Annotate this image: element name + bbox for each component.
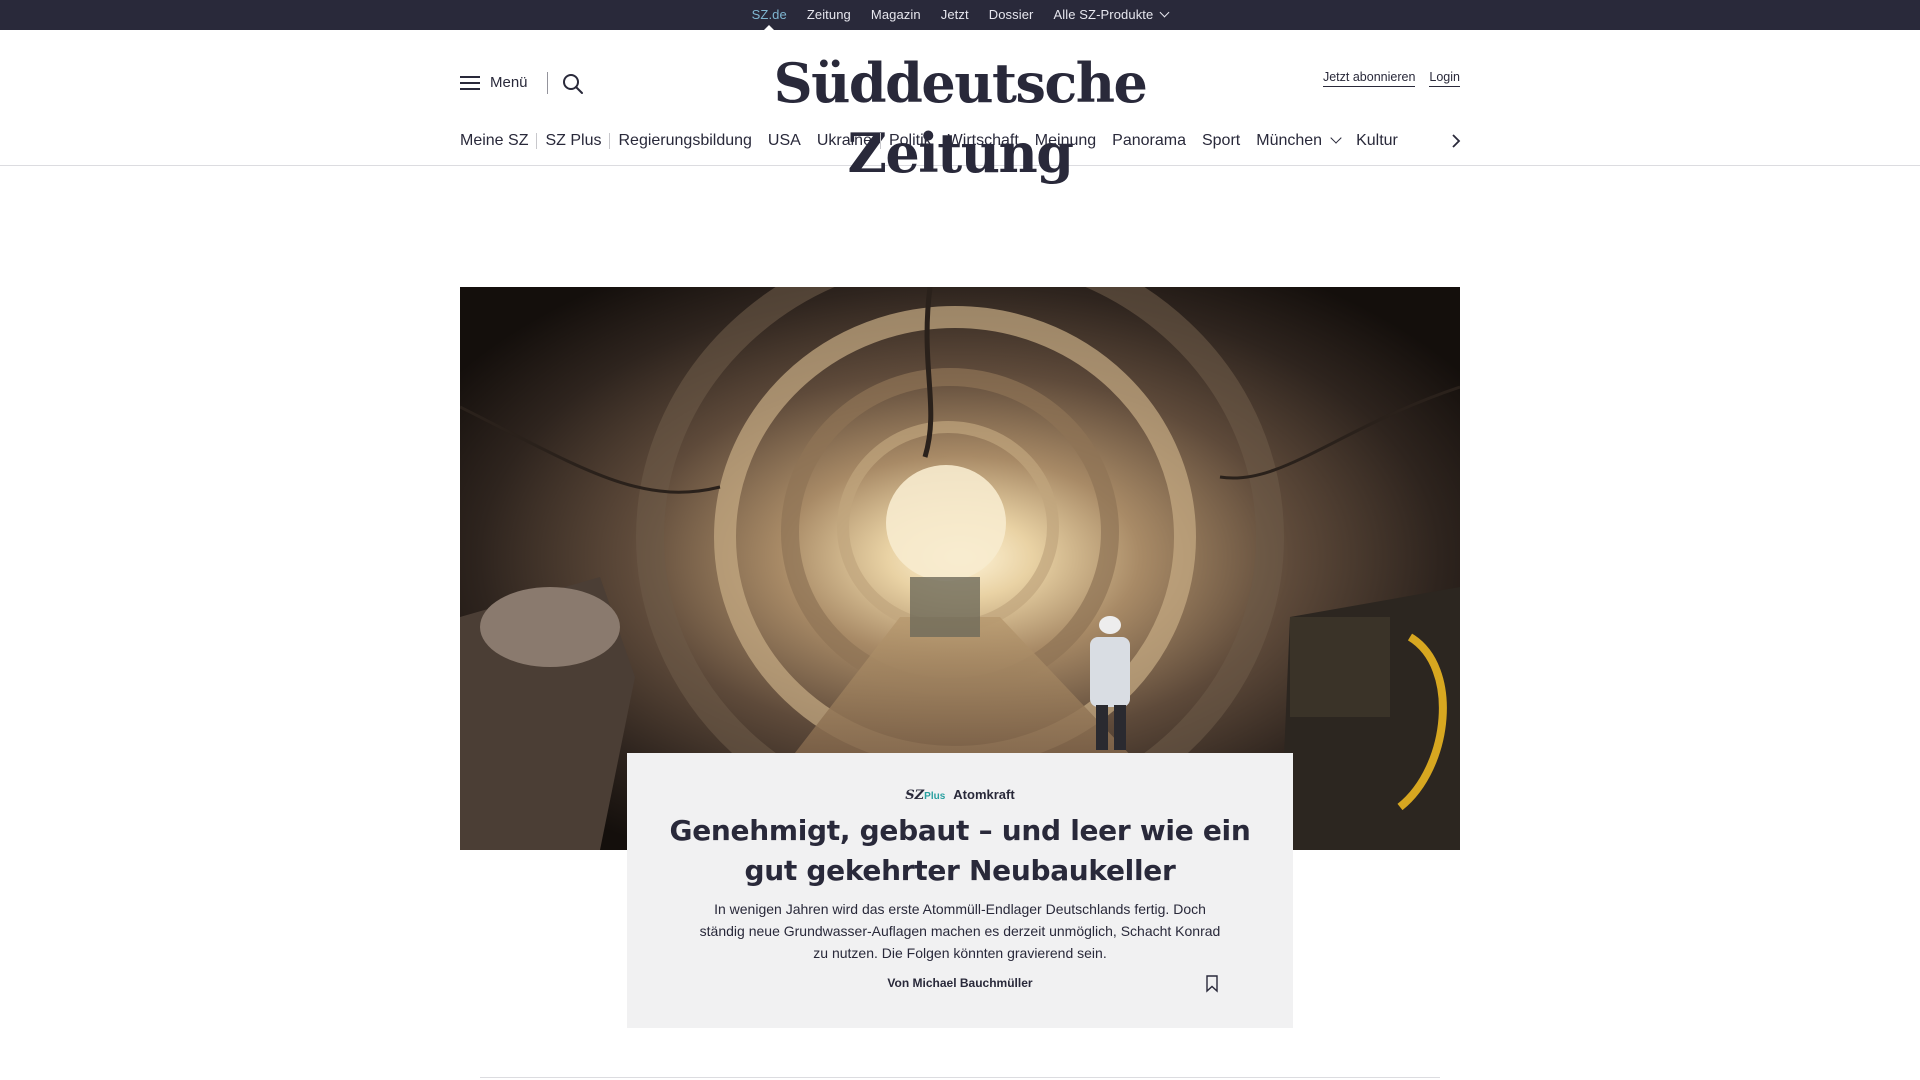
topbar-all-products-label: Alle SZ-Produkte bbox=[1053, 7, 1154, 22]
sz-plus-badge: SZPlus bbox=[905, 788, 945, 803]
topbar-link-all-products[interactable]: Alle SZ-Produkte bbox=[1043, 0, 1178, 30]
article-teaser-text: In wenigen Jahren wird das erste Atommül… bbox=[699, 901, 1221, 961]
topbar-link-magazin[interactable]: Magazin bbox=[861, 0, 931, 30]
account-links: Jetzt abonnieren Login bbox=[1322, 70, 1460, 87]
nav-item-wirtschaft[interactable]: Wirtschaft bbox=[940, 132, 1027, 150]
menu-button[interactable]: Menü bbox=[460, 74, 528, 91]
nav-item-ukraine[interactable]: Ukraine bbox=[809, 132, 880, 150]
bookmark-icon[interactable] bbox=[1204, 975, 1220, 993]
subscribe-link[interactable]: Jetzt abonnieren bbox=[1322, 70, 1416, 87]
article-headline[interactable]: Genehmigt, gebaut – und leer wie ein gut… bbox=[667, 811, 1253, 891]
topbar-link-dossier[interactable]: Dossier bbox=[979, 0, 1044, 30]
article-byline: Von Michael Bauchmüller bbox=[887, 976, 1033, 990]
chevron-down-icon bbox=[1159, 7, 1170, 18]
nav-item-muenchen[interactable]: München bbox=[1248, 132, 1348, 150]
sz-plus-badge-plus: Plus bbox=[924, 791, 946, 802]
header-divider bbox=[547, 72, 548, 94]
nav-item-kultur[interactable]: Kultur bbox=[1348, 132, 1406, 150]
topbar-link-jetzt[interactable]: Jetzt bbox=[931, 0, 979, 30]
nav-item-sport[interactable]: Sport bbox=[1194, 132, 1248, 150]
chevron-down-icon bbox=[1330, 132, 1342, 144]
nav-item-politik[interactable]: Politik bbox=[881, 132, 940, 150]
section-nav: Meine SZ SZ Plus Regierungsbildung USA U… bbox=[460, 130, 1406, 152]
topbar-link-zeitung[interactable]: Zeitung bbox=[797, 0, 861, 30]
nav-item-panorama[interactable]: Panorama bbox=[1104, 132, 1194, 150]
sz-plus-badge-sz: SZ bbox=[905, 788, 925, 803]
article-teaser-card[interactable]: SZPlus Atomkraft Genehmigt, gebaut – und … bbox=[627, 753, 1293, 1028]
nav-item-meine-sz[interactable]: Meine SZ bbox=[460, 132, 536, 150]
login-link[interactable]: Login bbox=[1429, 70, 1460, 87]
topbar-link-szde[interactable]: SZ.de bbox=[742, 0, 797, 30]
article-kicker: SZPlus Atomkraft bbox=[627, 787, 1293, 803]
site-header: Menü Süddeutsche Zeitung Jetzt abonniere… bbox=[0, 30, 1920, 185]
kicker-label: Atomkraft bbox=[953, 787, 1015, 802]
search-icon[interactable] bbox=[561, 72, 585, 96]
nav-item-regierungsbildung[interactable]: Regierungsbildung bbox=[610, 132, 759, 150]
chevron-right-icon[interactable] bbox=[1448, 133, 1464, 149]
nav-item-meinung[interactable]: Meinung bbox=[1027, 132, 1104, 150]
hamburger-icon bbox=[460, 75, 480, 90]
menu-label: Menü bbox=[490, 74, 528, 91]
nav-item-usa[interactable]: USA bbox=[760, 132, 809, 150]
nav-item-sz-plus[interactable]: SZ Plus bbox=[537, 132, 609, 150]
top-bar: SZ.de Zeitung Magazin Jetzt Dossier Alle… bbox=[0, 0, 1920, 30]
section-divider bbox=[480, 1077, 1440, 1078]
nav-muenchen-label: München bbox=[1256, 132, 1323, 149]
site-logo[interactable]: Süddeutsche Zeitung bbox=[700, 48, 1220, 188]
